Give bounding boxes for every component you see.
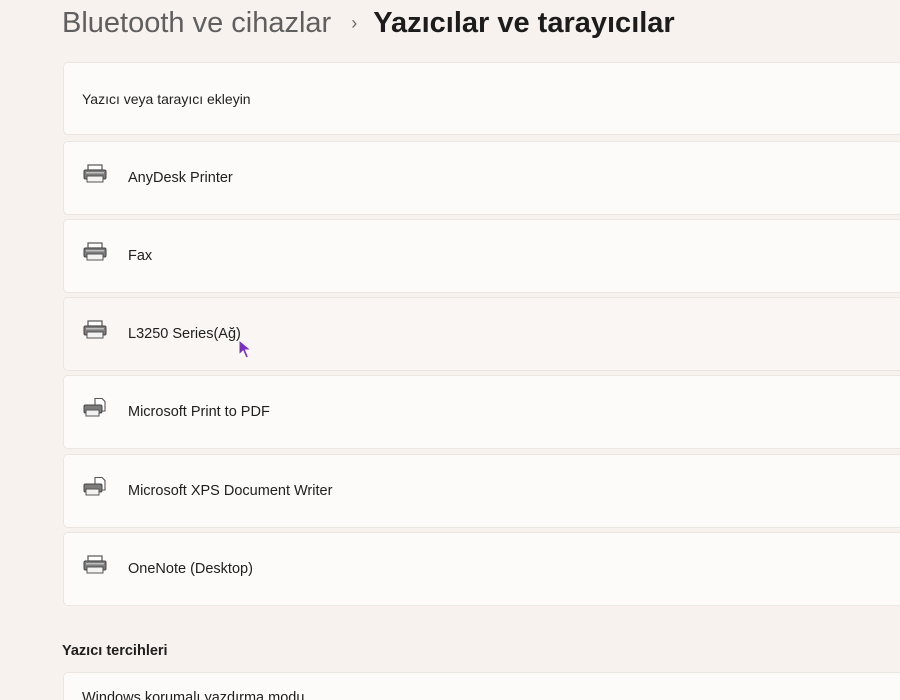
printer-row-onenote[interactable]: OneNote (Desktop)	[63, 532, 900, 606]
printer-icon	[83, 555, 107, 574]
breadcrumb-separator-icon: ›	[351, 12, 358, 33]
printer-row-l3250[interactable]: L3250 Series(Ağ)	[63, 297, 900, 371]
printer-row-fax[interactable]: Fax	[63, 219, 900, 293]
printer-name: OneNote (Desktop)	[128, 561, 253, 577]
printer-icon	[83, 164, 107, 183]
printer-name: AnyDesk Printer	[128, 170, 233, 186]
add-printer-scanner-row[interactable]: Yazıcı veya tarayıcı ekleyin	[63, 62, 900, 135]
printer-name: Microsoft Print to PDF	[128, 404, 270, 420]
section-title-printer-preferences: Yazıcı tercihleri	[62, 643, 168, 659]
printer-document-icon	[83, 477, 106, 496]
printer-row-print-to-pdf[interactable]: Microsoft Print to PDF	[63, 375, 900, 449]
page-title: Yazıcılar ve tarayıcılar	[373, 6, 675, 39]
printer-icon	[83, 242, 107, 261]
printer-name: L3250 Series(Ağ)	[128, 326, 241, 342]
settings-page: Bluetooth ve cihazlar › Yazıcılar ve tar…	[0, 0, 900, 700]
printer-name: Microsoft XPS Document Writer	[128, 483, 333, 499]
printer-icon	[83, 320, 107, 339]
printer-document-icon	[83, 398, 106, 417]
printer-name: Fax	[128, 248, 153, 264]
protected-print-mode-label: Windows korumalı yazdırma modu	[82, 690, 305, 700]
breadcrumb-parent-link[interactable]: Bluetooth ve cihazlar	[62, 7, 331, 40]
protected-print-mode-row[interactable]: Windows korumalı yazdırma modu	[63, 672, 900, 700]
printer-row-anydesk[interactable]: AnyDesk Printer	[63, 141, 900, 215]
breadcrumb: Bluetooth ve cihazlar › Yazıcılar ve tar…	[62, 0, 675, 46]
printer-row-xps-writer[interactable]: Microsoft XPS Document Writer	[63, 454, 900, 528]
add-printer-scanner-label: Yazıcı veya tarayıcı ekleyin	[82, 90, 251, 107]
